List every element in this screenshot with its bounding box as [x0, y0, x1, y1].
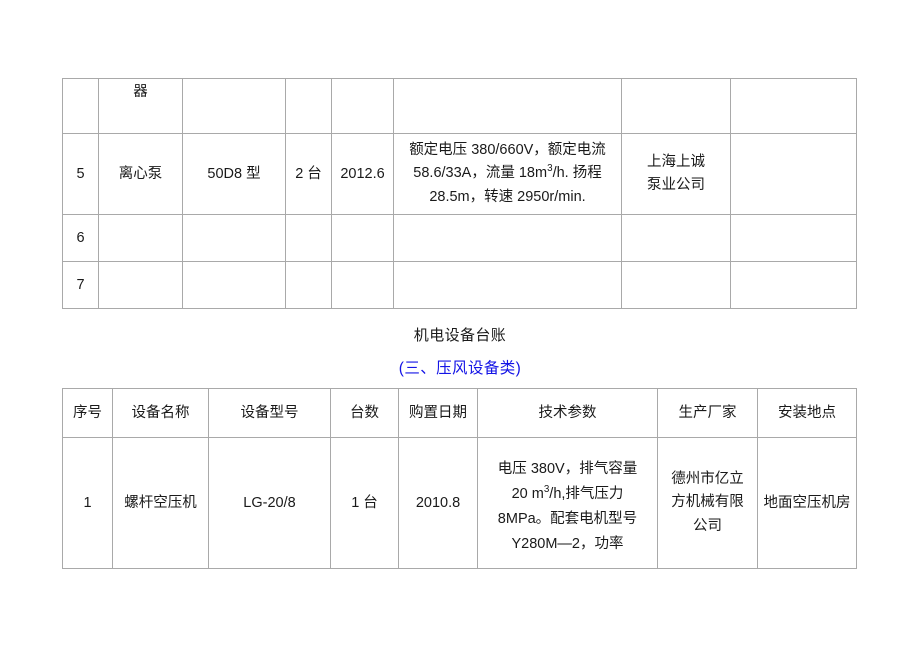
cell-manufacturer: 德州市亿立 方机械有限 公司: [657, 437, 758, 569]
cell-purchase-date: [331, 78, 394, 134]
manufacturer-line: 上海上诚: [647, 153, 705, 170]
tech-line: 28.5m，转速 2950r/min.: [429, 188, 586, 205]
cell-tech-params: 额定电压 380/660V，额定电流 58.6/33A，流量 18m3/h. 扬…: [393, 133, 622, 215]
column-header-equipment-name: 设备名称: [112, 388, 209, 438]
cell-manufacturer: [621, 78, 731, 134]
cell-install-location: [730, 133, 857, 215]
cell-quantity: 1 台: [330, 437, 399, 569]
cell-model: LG-20/8: [208, 437, 331, 569]
table-row: 5 离心泵 50D8 型 2 台 2012.6 额定电压 380/660V，额定…: [62, 133, 857, 215]
column-header-quantity: 台数: [330, 388, 399, 438]
tech-line: 额定电压 380/660V，额定电流: [409, 141, 606, 158]
cell-tech-params: [393, 214, 622, 262]
table-row: 7: [62, 261, 857, 309]
tech-line: 20 m3/h,排气压力: [511, 484, 624, 503]
page-subtitle: (三、压风设备类): [398, 360, 522, 377]
tech-line: 8MPa。配套电机型号: [497, 511, 638, 527]
cell-model: 50D8 型: [182, 133, 286, 215]
cell-equipment-name: 器: [98, 78, 183, 134]
manufacturer-line: 方机械有限: [671, 494, 744, 511]
table-header-row: 序号 设备名称 设备型号 台数 购置日期 技术参数 生产厂家 安装地点: [62, 388, 857, 438]
cell-seq: 7: [62, 261, 99, 309]
table-row: 1 螺杆空压机 LG-20/8 1 台 2010.8 电压 380V，排气容量 …: [62, 437, 857, 569]
cell-purchase-date: 2010.8: [398, 437, 478, 569]
manufacturer-line: 泵业公司: [647, 177, 705, 193]
cell-equipment-name: [98, 214, 183, 262]
table-row: 6: [62, 214, 857, 262]
cell-quantity: [285, 261, 332, 309]
equipment-ledger-table-continued: 器 5 离心泵 50D8 型 2 台 2012.6 额定电压 380/660V，…: [62, 78, 857, 309]
column-header-seq: 序号: [62, 388, 113, 438]
cell-install-location: [730, 78, 857, 134]
cell-install-location: [730, 214, 857, 262]
cell-install-location: [730, 261, 857, 309]
column-header-manufacturer: 生产厂家: [657, 388, 758, 438]
cell-manufacturer: 上海上诚 泵业公司: [621, 133, 731, 215]
cell-tech-params: [393, 78, 622, 134]
manufacturer-line: 德州市亿立: [671, 470, 744, 487]
cell-tech-params: [393, 261, 622, 309]
page-title: 机电设备台账: [413, 327, 507, 344]
cell-quantity: [285, 78, 332, 134]
cell-model: [182, 78, 286, 134]
cell-tech-params: 电压 380V，排气容量 20 m3/h,排气压力 8MPa。配套电机型号 Y2…: [477, 437, 658, 569]
cell-manufacturer: [621, 214, 731, 262]
column-header-tech-params: 技术参数: [477, 388, 658, 438]
cell-equipment-name: 螺杆空压机: [112, 437, 209, 569]
document-page: 器 5 离心泵 50D8 型 2 台 2012.6 额定电压 380/660V，…: [0, 0, 920, 651]
tech-line: 电压 380V，排气容量: [497, 461, 638, 478]
cell-seq: [62, 78, 99, 134]
cell-purchase-date: 2012.6: [331, 133, 394, 215]
cell-quantity: [285, 214, 332, 262]
cell-seq: 6: [62, 214, 99, 262]
cell-purchase-date: [331, 214, 394, 262]
cell-equipment-name: [98, 261, 183, 309]
cell-model: [182, 214, 286, 262]
table-row: 器: [62, 78, 857, 134]
column-header-install-location: 安装地点: [757, 388, 857, 438]
column-header-purchase-date: 购置日期: [398, 388, 478, 438]
column-header-model: 设备型号: [208, 388, 331, 438]
cell-model: [182, 261, 286, 309]
cell-purchase-date: [331, 261, 394, 309]
manufacturer-line: 公司: [693, 517, 722, 534]
equipment-ledger-table-air-compressor: 序号 设备名称 设备型号 台数 购置日期 技术参数 生产厂家 安装地点 1 螺杆…: [62, 388, 857, 569]
cell-equipment-name: 离心泵: [98, 133, 183, 215]
cell-install-location: 地面空压机房: [757, 437, 857, 569]
cell-manufacturer: [621, 261, 731, 309]
cell-seq: 5: [62, 133, 99, 215]
tech-line: 58.6/33A，流量 18m3/h. 扬程: [413, 163, 602, 182]
cell-quantity: 2 台: [285, 133, 332, 215]
cell-seq: 1: [62, 437, 113, 569]
tech-line: Y280M—2，功率: [511, 535, 624, 552]
